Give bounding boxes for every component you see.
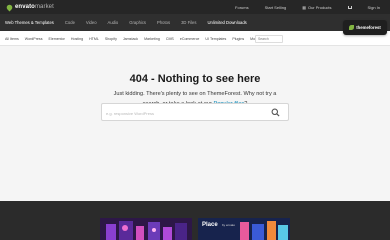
promo-subtitle: by envato (222, 223, 236, 227)
themeforest-label: themeforest (356, 25, 381, 30)
subnav-ui-templates[interactable]: UI Templates (205, 37, 226, 41)
subnav-hosting[interactable]: Hosting (71, 37, 83, 41)
main-search-box (101, 103, 289, 121)
envato-leaf-icon (5, 3, 14, 11)
promo-banner-left[interactable] (100, 218, 192, 240)
top-links: Forums Start Selling ▦ Our Products Sign … (235, 0, 380, 14)
category-graphics[interactable]: Graphics (129, 20, 146, 25)
logo-suffix: market (34, 4, 54, 10)
footer: Place by envato (0, 201, 390, 240)
themeforest-badge[interactable]: themeforest (343, 20, 387, 35)
category-web-themes[interactable]: Web Themes & Templates (5, 20, 54, 25)
page-title: 404 - Nothing to see here (129, 73, 261, 85)
cart-icon (347, 5, 352, 9)
subnav-cms[interactable]: CMS (166, 37, 174, 41)
start-selling-link[interactable]: Start Selling (265, 5, 287, 10)
sub-nav: All Items WordPress Elementor Hosting HT… (0, 31, 390, 46)
promo-title: Place (202, 222, 218, 228)
envato-market-logo[interactable]: envatomarket (5, 3, 54, 11)
subnav-html[interactable]: HTML (89, 37, 99, 41)
promo-banner-right[interactable]: Place by envato (198, 218, 290, 240)
subnav-all-items[interactable]: All Items (5, 37, 19, 41)
subnav-wordpress[interactable]: WordPress (25, 37, 43, 41)
category-audio[interactable]: Audio (108, 20, 119, 25)
grid-icon: ▦ (302, 4, 306, 10)
themeforest-leaf-icon (349, 25, 355, 30)
our-products-label: Our Products (307, 4, 332, 10)
subnav-jamstack[interactable]: Jamstack (123, 37, 138, 41)
main-search-input[interactable] (106, 109, 256, 117)
subnav-shopify[interactable]: Shopify (105, 37, 117, 41)
subnav-elementor[interactable]: Elementor (49, 37, 65, 41)
cart-button[interactable] (347, 5, 352, 9)
subnav-ecommerce[interactable]: eCommerce (180, 37, 200, 41)
category-nav: Web Themes & Templates Code Video Audio … (0, 14, 390, 31)
our-products-link[interactable]: ▦ Our Products (302, 5, 331, 10)
sign-in-link[interactable]: Sign In (368, 5, 380, 10)
category-video[interactable]: Video (86, 20, 97, 25)
subnav-marketing[interactable]: Marketing (144, 37, 160, 41)
category-unlimited-downloads[interactable]: Unlimited Downloads (207, 20, 246, 25)
forums-link[interactable]: Forums (235, 5, 249, 10)
subnav-search-input[interactable] (255, 35, 283, 43)
search-icon[interactable] (271, 108, 280, 117)
main-content: 404 - Nothing to see here Just kidding. … (0, 46, 390, 201)
category-3d-files[interactable]: 3D Files (181, 20, 196, 25)
top-bar: envatomarket Forums Start Selling ▦ Our P… (0, 0, 390, 14)
subnav-plugins[interactable]: Plugins (232, 37, 244, 41)
logo-brand: envato (15, 4, 35, 10)
promo-artwork (100, 218, 192, 240)
category-photos[interactable]: Photos (157, 20, 170, 25)
category-code[interactable]: Code (65, 20, 75, 25)
